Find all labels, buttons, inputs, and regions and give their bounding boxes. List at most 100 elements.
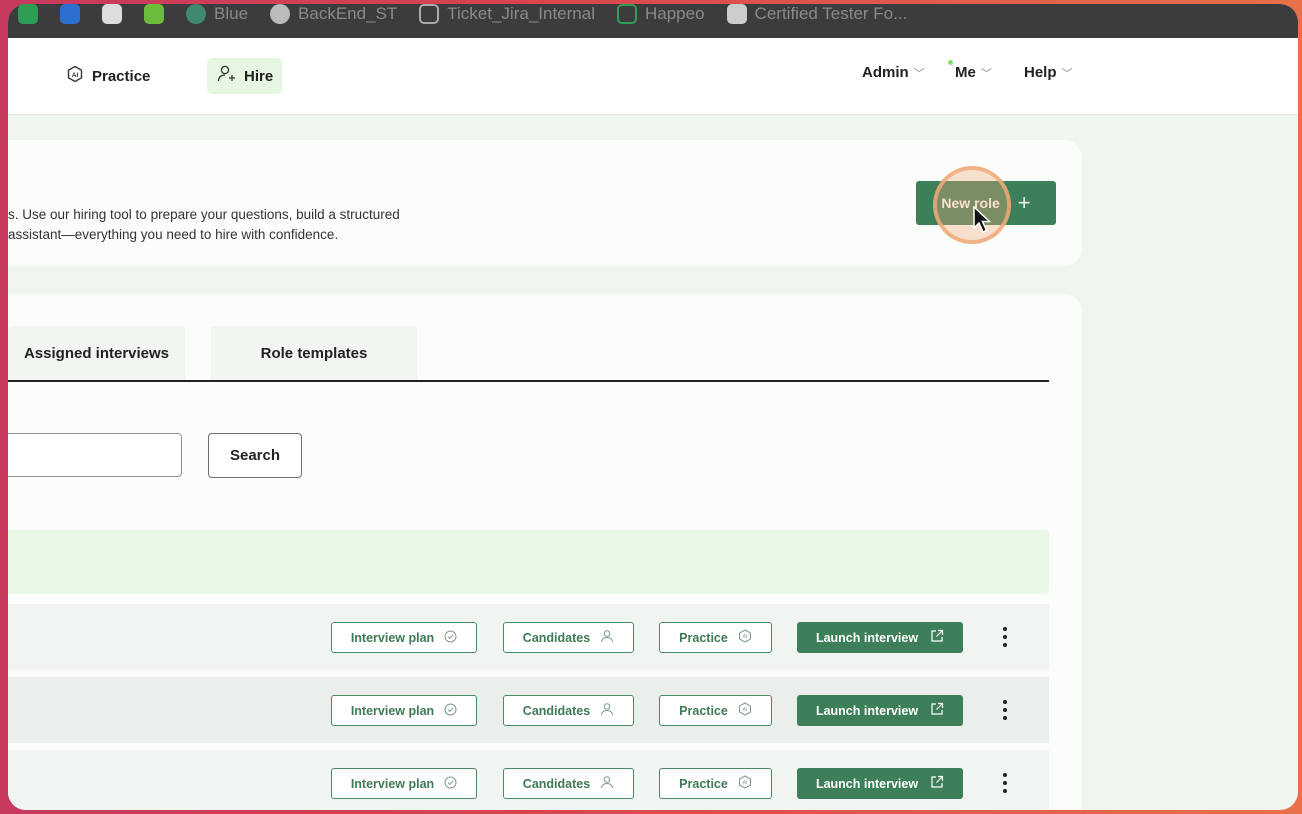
green-bookmark-icon [18, 4, 38, 24]
svg-text:AI: AI [742, 780, 747, 786]
admin-menu[interactable]: Admin ﹀ [862, 64, 925, 81]
candidates-button[interactable]: Candidates [503, 768, 634, 799]
bookmark-8[interactable]: Certified Tester Fo... [726, 4, 908, 24]
more-options-icon[interactable] [1000, 700, 1010, 720]
tab-underline [8, 380, 1049, 382]
person-icon [600, 702, 614, 719]
istqb-icon [726, 4, 747, 24]
blue-cube-icon [60, 4, 80, 24]
github-icon [270, 4, 291, 24]
mouse-pointer-icon [972, 205, 992, 239]
ai-badge-icon: AI [738, 629, 752, 646]
table-row: Interview plan Candidates Practice AI La… [8, 750, 1049, 810]
bookmarks-bar: Blue BackEnd_ST Ticket_Jira_Internal Hap… [8, 4, 1298, 38]
bookmark-label: Blue [214, 4, 249, 23]
table-header [8, 530, 1049, 594]
bookmark-label: Ticket_Jira_Internal [447, 4, 595, 23]
bookmark-6[interactable]: Ticket_Jira_Internal [419, 4, 595, 24]
button-label: Interview plan [350, 703, 435, 718]
external-link-icon [930, 629, 944, 646]
svg-text:AI: AI [72, 72, 79, 79]
more-options-icon[interactable] [1000, 773, 1010, 793]
ai-badge-icon: AI [66, 65, 84, 87]
search-button-label: Search [229, 447, 281, 464]
bookmark-label: Certified Tester Fo... [754, 4, 908, 23]
bookmark-5[interactable]: BackEnd_ST [270, 4, 397, 24]
admin-label: Admin [862, 64, 909, 81]
table-row: Interview plan Candidates Practice AI La… [8, 677, 1049, 743]
launch-interview-button[interactable]: Launch interview [797, 768, 963, 799]
launch-interview-button[interactable]: Launch interview [797, 695, 963, 726]
bookmark-label: BackEnd_ST [298, 4, 398, 23]
tab-role-templates[interactable]: Role templates [211, 326, 417, 381]
check-circle-icon [444, 703, 457, 719]
external-link-icon [930, 775, 944, 792]
tab-assigned-interviews[interactable]: Assigned interviews [8, 326, 185, 381]
nav-practice-label: Practice [92, 67, 151, 85]
button-label: Practice [679, 776, 728, 791]
b-icon [186, 4, 206, 24]
ai-badge-icon: AI [738, 702, 752, 719]
folder-icon [419, 4, 440, 24]
chevron-down-icon: ﹀ [913, 67, 925, 80]
check-circle-icon [444, 630, 457, 646]
bookmark-0[interactable] [18, 4, 38, 24]
button-label: Launch interview [815, 703, 919, 718]
me-label: Me [955, 64, 976, 81]
person-icon [600, 775, 614, 792]
person-icon [600, 629, 614, 646]
svg-text:AI: AI [742, 707, 747, 713]
external-link-icon [930, 702, 944, 719]
add-person-icon [216, 64, 236, 88]
bookmark-3[interactable] [144, 4, 164, 24]
top-navigation: AI Practice Hire Admin ﹀ Me ﹀ Help ﹀ [8, 38, 1298, 115]
nav-hire-label: Hire [244, 67, 274, 85]
help-menu[interactable]: Help ﹀ [1024, 64, 1073, 81]
intro-line-1: s. Use our hiring tool to prepare your q… [8, 207, 400, 222]
interview-plan-button[interactable]: Interview plan [331, 695, 477, 726]
table-row: Interview plan Candidates Practice AI La… [8, 604, 1049, 670]
practice-button[interactable]: Practice AI [659, 622, 772, 653]
plus-icon: + [1017, 190, 1031, 215]
nav-practice[interactable]: AI Practice [66, 58, 150, 94]
help-label: Help [1024, 64, 1057, 81]
check-circle-icon [444, 776, 457, 792]
launch-interview-button[interactable]: Launch interview [797, 622, 963, 653]
button-label: Candidates [522, 776, 591, 791]
candidates-button[interactable]: Candidates [503, 695, 634, 726]
bookmark-2[interactable] [102, 4, 122, 24]
bookmark-7[interactable]: Happeo [616, 4, 705, 24]
bookmark-label: Happeo [644, 4, 705, 23]
me-menu[interactable]: Me ﹀ [955, 64, 992, 81]
tab-label: Role templates [260, 345, 368, 362]
browser-window: Blue BackEnd_ST Ticket_Jira_Internal Hap… [8, 4, 1298, 810]
button-label: Launch interview [815, 776, 919, 791]
practice-button[interactable]: Practice AI [659, 768, 772, 799]
button-label: Candidates [522, 630, 591, 645]
button-label: Practice [679, 703, 728, 718]
bookmark-4[interactable]: Blue [186, 4, 248, 24]
owl-icon [144, 4, 164, 24]
interview-plan-button[interactable]: Interview plan [331, 768, 477, 799]
button-label: Candidates [522, 703, 591, 718]
chevron-down-icon: ﹀ [1061, 67, 1073, 80]
intro-line-2: assistant—everything you need to hire wi… [8, 227, 339, 242]
nav-hire[interactable]: Hire [207, 58, 283, 94]
search-input[interactable] [8, 433, 182, 477]
button-label: Launch interview [815, 630, 919, 645]
ai-badge-icon: AI [738, 775, 752, 792]
tab-label: Assigned interviews [23, 345, 170, 362]
intro-description: s. Use our hiring tool to prepare your q… [8, 205, 400, 245]
svg-text:AI: AI [742, 634, 747, 640]
interview-plan-button[interactable]: Interview plan [331, 622, 477, 653]
practice-button[interactable]: Practice AI [659, 695, 772, 726]
search-button[interactable]: Search [208, 433, 302, 478]
more-options-icon[interactable] [1000, 627, 1010, 647]
button-label: Interview plan [350, 776, 435, 791]
button-label: Interview plan [350, 630, 435, 645]
candidates-button[interactable]: Candidates [503, 622, 634, 653]
button-label: Practice [679, 630, 728, 645]
notification-dot [948, 60, 953, 65]
bookmark-1[interactable] [60, 4, 80, 24]
happeo-icon [616, 4, 637, 24]
